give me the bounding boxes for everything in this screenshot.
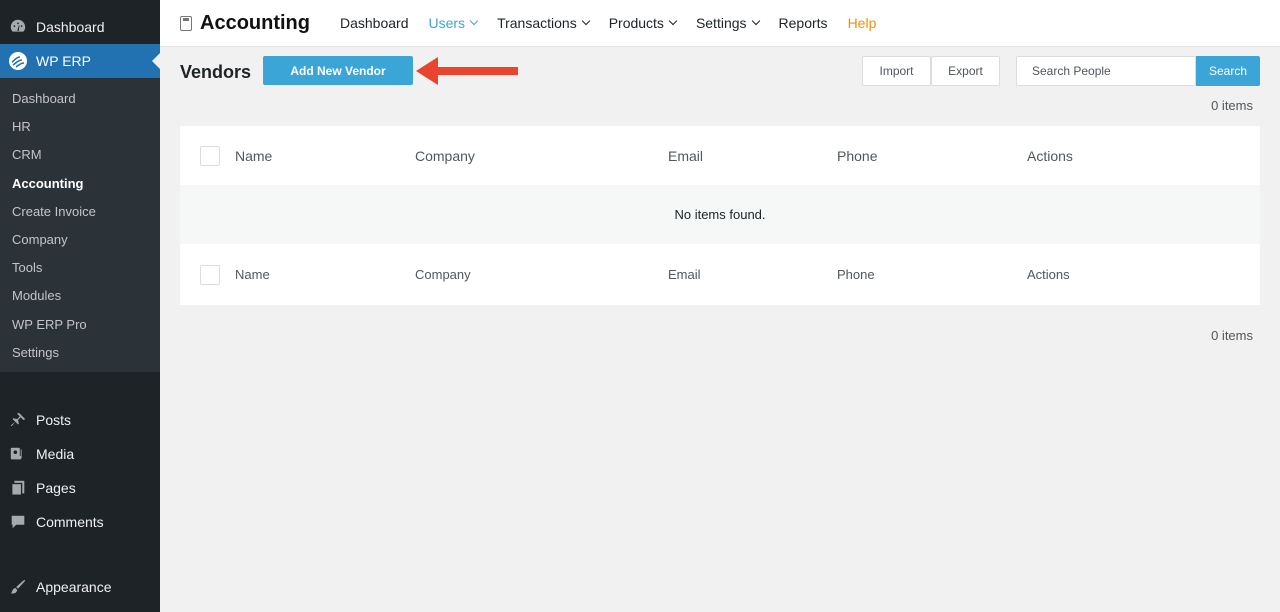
column-header-email[interactable]: Email (668, 148, 703, 164)
pin-icon (8, 410, 28, 430)
vendors-table: Name Company Email Phone Actions No item… (180, 126, 1260, 305)
dashboard-icon (8, 17, 28, 37)
chevron-down-icon (469, 16, 479, 26)
nav-users[interactable]: Users (428, 15, 479, 31)
column-header-name[interactable]: Name (235, 148, 272, 164)
chevron-down-icon (581, 16, 590, 26)
nav-label: Reports (778, 15, 828, 31)
sidebar-item-label: Posts (36, 411, 72, 428)
submenu-item-accounting[interactable]: Accounting (0, 170, 160, 198)
accounting-brand: Accounting (180, 12, 310, 35)
nav-label: Settings (695, 15, 747, 31)
nav-products[interactable]: Products (608, 15, 678, 31)
submenu-item-crm[interactable]: CRM (0, 141, 160, 169)
nav-settings[interactable]: Settings (695, 15, 760, 31)
sidebar-item-appearance[interactable]: Appearance (0, 570, 160, 604)
column-footer-name[interactable]: Name (235, 267, 270, 282)
add-new-vendor-button[interactable]: Add New Vendor (263, 56, 413, 85)
search-button[interactable]: Search (1196, 56, 1260, 86)
arrow-annotation-icon (416, 57, 518, 85)
nav-label: Users (428, 15, 466, 31)
nav-label: Products (608, 15, 664, 31)
admin-sidebar: Dashboard WP ERP Dashboard HR CRM Accoun… (0, 0, 160, 612)
nav-reports[interactable]: Reports (779, 15, 828, 31)
submenu-item-dashboard[interactable]: Dashboard (0, 85, 160, 113)
table-footer-row: Name Company Email Phone Actions (180, 244, 1260, 305)
brush-icon (8, 577, 28, 597)
sidebar-item-label: Appearance (36, 578, 112, 595)
empty-table-message: No items found. (180, 185, 1260, 244)
submenu-item-hr[interactable]: HR (0, 113, 160, 141)
page-title: Vendors (180, 62, 252, 82)
sidebar-item-label: WP ERP (36, 53, 91, 69)
wp-erp-submenu: Dashboard HR CRM Accounting Create Invoi… (0, 78, 160, 372)
comments-icon (8, 512, 28, 532)
chevron-down-icon (751, 16, 760, 26)
nav-label: Transactions (497, 15, 577, 31)
table-header-row: Name Company Email Phone Actions (180, 126, 1260, 185)
nav-dashboard[interactable]: Dashboard (340, 15, 409, 31)
nav-help[interactable]: Help (848, 15, 877, 31)
sidebar-item-label: Dashboard (36, 19, 105, 35)
submenu-item-wp-erp-pro[interactable]: WP ERP Pro (0, 311, 160, 339)
sidebar-item-dashboard[interactable]: Dashboard (0, 10, 160, 44)
column-header-phone[interactable]: Phone (837, 148, 877, 164)
submenu-item-settings[interactable]: Settings (0, 339, 160, 367)
column-footer-actions: Actions (1027, 267, 1070, 282)
wp-erp-icon (8, 51, 28, 71)
select-all-checkbox[interactable] (200, 145, 220, 166)
import-button[interactable]: Import (862, 56, 931, 86)
sidebar-item-comments[interactable]: Comments (0, 505, 160, 539)
sidebar-item-media[interactable]: Media (0, 437, 160, 471)
accounting-top-nav: Accounting Dashboard Users Transactions … (160, 0, 1280, 47)
item-count-bottom: 0 items (1211, 328, 1253, 343)
submenu-item-modules[interactable]: Modules (0, 282, 160, 310)
select-all-checkbox-footer[interactable] (200, 264, 220, 285)
sidebar-item-label: Pages (36, 479, 76, 496)
item-count-top: 0 items (1211, 98, 1253, 113)
chevron-down-icon (668, 16, 678, 26)
media-icon (8, 444, 28, 464)
nav-label: Dashboard (340, 15, 409, 31)
sidebar-item-label: Comments (36, 513, 104, 530)
column-header-company[interactable]: Company (415, 148, 475, 164)
sidebar-item-pages[interactable]: Pages (0, 471, 160, 505)
column-footer-company[interactable]: Company (415, 267, 471, 282)
column-header-actions: Actions (1027, 147, 1073, 164)
submenu-item-company[interactable]: Company (0, 226, 160, 254)
search-people-input[interactable] (1016, 56, 1196, 86)
sidebar-item-wp-erp[interactable]: WP ERP (0, 44, 160, 78)
module-title: Accounting (200, 11, 310, 34)
export-button[interactable]: Export (931, 56, 1000, 86)
column-footer-email[interactable]: Email (668, 267, 701, 282)
sidebar-item-label: Media (36, 445, 75, 462)
calculator-icon (180, 15, 192, 31)
nav-transactions[interactable]: Transactions (497, 15, 590, 31)
nav-label: Help (847, 15, 877, 31)
column-footer-phone[interactable]: Phone (837, 267, 875, 282)
pages-icon (8, 478, 28, 498)
submenu-item-tools[interactable]: Tools (0, 254, 160, 282)
submenu-item-create-invoice[interactable]: Create Invoice (0, 198, 160, 226)
sidebar-item-posts[interactable]: Posts (0, 403, 160, 437)
